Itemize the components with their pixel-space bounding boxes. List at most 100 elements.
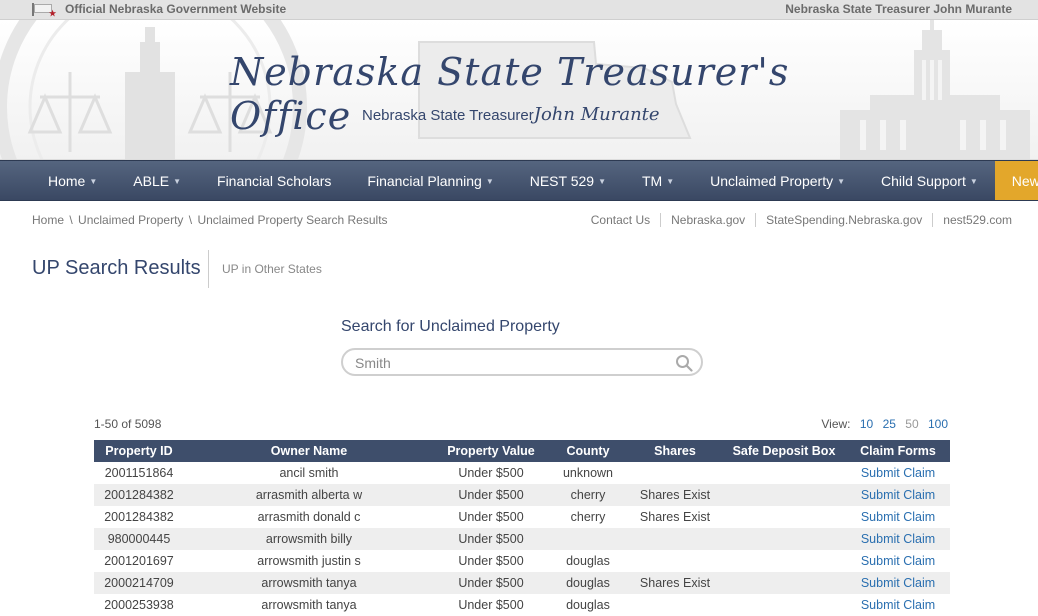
property-value-cell: Under $500 xyxy=(458,510,524,524)
county-cell: unknown xyxy=(562,466,614,480)
nav-item-label: Financial Planning xyxy=(367,173,482,189)
table-row: 2001201697 arrowsmith justin s Under $50… xyxy=(94,550,950,572)
nav-item-label: TM xyxy=(642,173,663,189)
property-id-cell: 2001284382 xyxy=(94,484,184,506)
nav-item-unclaimed-property[interactable]: Unclaimed Property ▼ xyxy=(692,161,863,200)
nest529-link[interactable]: nest529.com xyxy=(932,213,1012,227)
owner-name-cell: arrowsmith justin s xyxy=(257,554,361,568)
title-divider xyxy=(208,250,209,288)
column-header: Property Value xyxy=(434,440,548,462)
nav-item-label: Unclaimed Property xyxy=(710,173,834,189)
shares-cell xyxy=(628,462,722,484)
county-cell: douglas xyxy=(548,572,628,594)
nav-item-label: NEST 529 xyxy=(529,173,595,189)
treasurer-signature: John Murante xyxy=(533,104,660,125)
safe-deposit-cell xyxy=(722,550,846,572)
table-row: 980000445 arrowsmith billy Under $500 Su… xyxy=(94,528,950,550)
submit-claim-link[interactable]: Submit Claim xyxy=(846,484,950,506)
nav-item-news[interactable]: News xyxy=(994,161,1038,200)
up-other-states-link[interactable]: UP in Other States xyxy=(222,262,322,276)
property-value-cell: Under $500 xyxy=(458,554,524,568)
search-heading: Search for Unclaimed Property xyxy=(341,318,560,335)
submit-claim-link[interactable]: Submit Claim xyxy=(846,550,950,572)
results-table: Property ID Owner Name Property Value Co… xyxy=(94,440,950,616)
official-site-text: Official Nebraska Government Website xyxy=(65,2,287,16)
chevron-down-icon: ▼ xyxy=(173,177,182,186)
column-header: Safe Deposit Box xyxy=(722,440,846,462)
shares-cell: Shares Exist xyxy=(628,572,722,594)
table-row: 2001284382 arrasmith donald c Under $500… xyxy=(94,506,950,528)
official-site-label: ★ Official Nebraska Government Website xyxy=(32,2,287,18)
safe-deposit-cell xyxy=(722,506,846,528)
table-row: 2001151864 ancil smith Under $500 unknow… xyxy=(94,462,950,484)
submit-claim-link[interactable]: Submit Claim xyxy=(846,528,950,550)
safe-deposit-cell xyxy=(722,572,846,594)
county-cell: cherry xyxy=(570,510,606,524)
submit-claim-link[interactable]: Submit Claim xyxy=(846,594,950,616)
property-value-cell: Under $500 xyxy=(434,484,548,506)
breadcrumb-home[interactable]: Home xyxy=(32,213,64,227)
shares-cell xyxy=(628,550,722,572)
nav-item-home[interactable]: Home ▼ xyxy=(30,161,115,200)
nav-item-label: Child Support xyxy=(881,173,966,189)
county-cell xyxy=(548,528,628,550)
property-value-cell: Under $500 xyxy=(458,466,524,480)
state-spending-link[interactable]: StateSpending.Nebraska.gov xyxy=(755,213,932,227)
view-option-10[interactable]: 10 xyxy=(860,417,873,431)
nav-item-label: ABLE xyxy=(133,173,170,189)
contact-us-link[interactable]: Contact Us xyxy=(581,213,660,227)
owner-name-cell: arrowsmith tanya xyxy=(261,598,357,612)
view-option-100[interactable]: 100 xyxy=(928,417,948,431)
owner-name-cell: arrasmith donald c xyxy=(257,510,361,524)
subtitle-text: Nebraska State Treasurer xyxy=(362,107,534,124)
safe-deposit-cell xyxy=(722,462,846,484)
breadcrumb-unclaimed-property[interactable]: Unclaimed Property xyxy=(78,213,183,227)
page-title: UP Search Results xyxy=(32,257,201,279)
shares-cell xyxy=(628,528,722,550)
treasurer-name-label: Nebraska State Treasurer John Murante xyxy=(785,2,1012,16)
nav-item-tm[interactable]: TM ▼ xyxy=(624,161,692,200)
breadcrumb-separator: \ xyxy=(188,213,193,227)
table-row: 2001284382 arrasmith alberta w Under $50… xyxy=(94,484,950,506)
submit-claim-link[interactable]: Submit Claim xyxy=(846,506,950,528)
chevron-down-icon: ▼ xyxy=(598,177,606,186)
property-value-cell: Under $500 xyxy=(434,528,548,550)
submit-claim-link[interactable]: Submit Claim xyxy=(846,462,950,484)
submit-claim-link[interactable]: Submit Claim xyxy=(846,572,950,594)
owner-name-cell: ancil smith xyxy=(279,466,339,480)
column-header: Shares xyxy=(628,440,722,462)
owner-name-cell: arrasmith alberta w xyxy=(184,484,434,506)
search-input[interactable] xyxy=(355,353,675,373)
main-nav: Home ▼ ABLE ▼ Financial Scholars Financial… xyxy=(0,160,1038,201)
safe-deposit-cell xyxy=(722,528,846,550)
table-row: 2000214709 arrowsmith tanya Under $500 d… xyxy=(94,572,950,594)
nav-item-nest-529[interactable]: NEST 529 ▼ xyxy=(512,161,624,200)
nav-item-label: Financial Scholars xyxy=(217,173,332,189)
search-icon[interactable] xyxy=(675,354,693,372)
nav-item-financial-planning[interactable]: Financial Planning ▼ xyxy=(349,161,511,200)
results-count: 1-50 of 5098 xyxy=(94,417,162,431)
chevron-down-icon: ▼ xyxy=(969,177,978,186)
table-header-row: Property ID Owner Name Property Value Co… xyxy=(94,440,950,462)
breadcrumb-current: Unclaimed Property Search Results xyxy=(197,213,388,227)
safe-deposit-cell xyxy=(722,484,846,506)
table-row: 2000253938 arrowsmith tanya Under $500 d… xyxy=(94,594,950,616)
nav-item-financial-scholars[interactable]: Financial Scholars xyxy=(199,161,349,200)
site-banner[interactable]: Nebraska State Treasurer's Office Nebras… xyxy=(0,20,1038,160)
safe-deposit-cell xyxy=(722,594,846,616)
shares-cell xyxy=(628,594,722,616)
chevron-down-icon: ▼ xyxy=(837,177,845,186)
nav-item-able[interactable]: ABLE ▼ xyxy=(115,161,199,200)
column-header: Owner Name xyxy=(184,440,434,462)
gov-top-bar: ★ Official Nebraska Government Website N… xyxy=(0,0,1038,20)
nav-item-label: Home xyxy=(48,173,86,189)
page-size-selector: View: 10 25 50 100 xyxy=(821,417,948,431)
owner-name-cell: arrowsmith billy xyxy=(184,528,434,550)
property-value-cell: Under $500 xyxy=(458,598,524,612)
breadcrumb-separator: \ xyxy=(69,213,73,227)
chevron-down-icon: ▼ xyxy=(89,177,98,186)
view-option-25[interactable]: 25 xyxy=(883,417,896,431)
chevron-down-icon: ▼ xyxy=(485,177,494,186)
nav-item-child-support[interactable]: Child Support ▼ xyxy=(863,161,996,200)
nebraska-gov-link[interactable]: Nebraska.gov xyxy=(660,213,755,227)
